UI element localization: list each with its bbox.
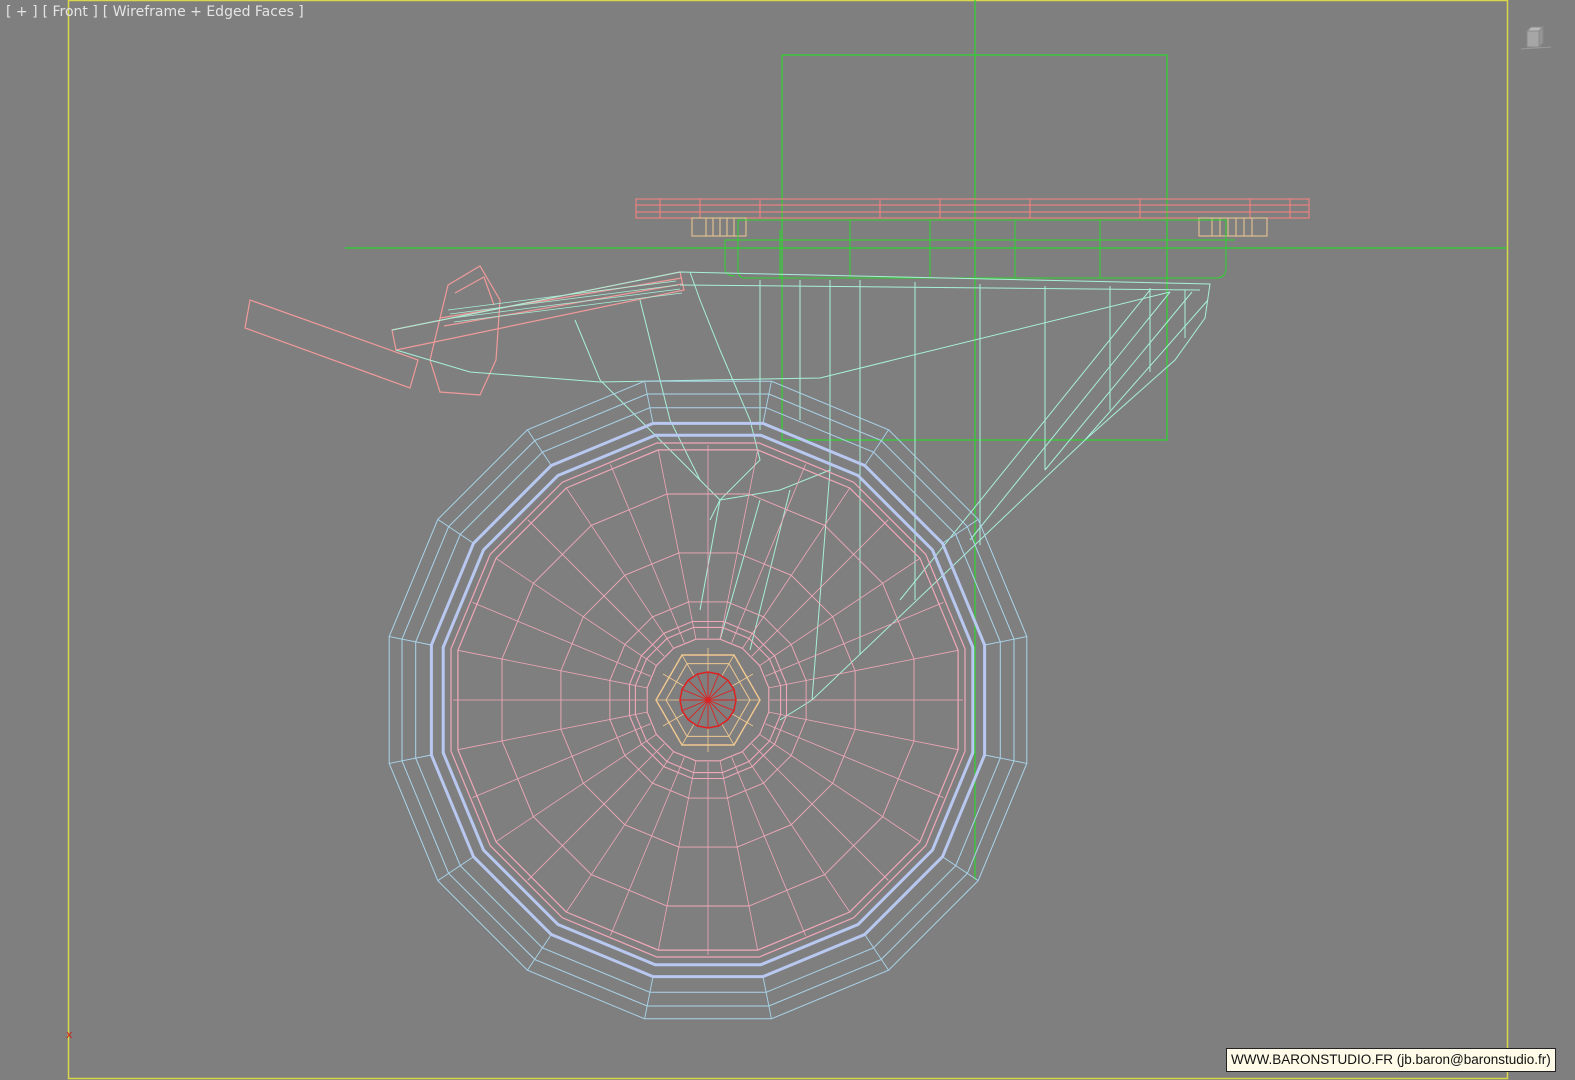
- hub-hex-edge: [721, 724, 735, 746]
- viewport-border: [67, 0, 1509, 1080]
- axle-spoke: [707, 699, 729, 721]
- tire-edge: [762, 976, 772, 1019]
- tire-edge: [644, 976, 654, 1019]
- rim-spoke: [565, 487, 674, 649]
- hub-hex-edge: [732, 673, 754, 687]
- tire-edge: [389, 636, 432, 646]
- caster-fork: [391, 271, 1211, 721]
- mount-bolts: [691, 217, 1268, 237]
- viewport-front[interactable]: [ + ] [ Front ] [ Wireframe + Edged Face…: [0, 0, 1575, 1080]
- rim-spoke: [457, 711, 648, 751]
- hub-hex-edge: [662, 673, 684, 687]
- axle-spoke: [687, 679, 709, 701]
- axis-indicator-x: x: [66, 1028, 73, 1041]
- rim-spoke: [731, 464, 806, 643]
- rim-spoke: [527, 519, 665, 657]
- caster-wheel: [388, 380, 1028, 1020]
- rim-spoke: [495, 557, 657, 666]
- rim-spoke: [657, 449, 697, 640]
- rim-spoke: [610, 757, 685, 936]
- rim-spoke: [472, 602, 651, 677]
- rim-spoke: [742, 751, 851, 913]
- brake-lever: [244, 265, 685, 396]
- nav-cube-icon[interactable]: [1521, 23, 1551, 53]
- rim-spoke: [565, 751, 674, 913]
- selection-gizmo: [345, 0, 1507, 880]
- rim-spoke: [719, 760, 759, 951]
- rim-spoke: [751, 743, 889, 881]
- watermark-label: WWW.BARONSTUDIO.FR (jb.baron@baronstudio…: [1226, 1048, 1556, 1072]
- hub-hex-edge: [681, 654, 695, 676]
- rim-spoke: [742, 487, 851, 649]
- viewport-view-name[interactable]: [ Front ]: [43, 4, 98, 20]
- swivel-housing: [724, 219, 1235, 279]
- viewport-menu-plus[interactable]: [ + ]: [6, 4, 38, 20]
- axle-spoke: [707, 679, 729, 701]
- mount-plate: [635, 198, 1310, 219]
- rim-spoke: [731, 757, 806, 936]
- rim-spoke: [765, 723, 944, 798]
- tire-edge: [644, 381, 654, 424]
- rim-spoke: [657, 760, 697, 951]
- hub-hex-edge: [732, 713, 754, 727]
- rim-spoke: [610, 464, 685, 643]
- brake-lever-hatching: [447, 280, 683, 323]
- hub-hex-edge: [681, 724, 695, 746]
- rim-spoke: [472, 723, 651, 798]
- rim-spoke: [759, 734, 921, 843]
- rim-spoke: [768, 649, 959, 689]
- rim-spoke: [768, 711, 959, 751]
- tire-edge: [984, 754, 1027, 764]
- rim-spoke: [495, 734, 657, 843]
- hub-hex-edge: [721, 654, 735, 676]
- rim-spoke: [765, 602, 944, 677]
- viewport-render-mode[interactable]: [ Wireframe + Edged Faces ]: [103, 4, 304, 20]
- axle-spoke: [687, 699, 709, 721]
- viewport-label[interactable]: [ + ] [ Front ] [ Wireframe + Edged Face…: [6, 4, 304, 20]
- rim-spoke: [751, 519, 889, 657]
- rim-spoke: [759, 557, 921, 666]
- rim-spoke: [527, 743, 665, 881]
- tire-edge: [762, 381, 772, 424]
- rim-spoke: [457, 649, 648, 689]
- hub-hex-edge: [662, 713, 684, 727]
- tire-edge: [389, 754, 432, 764]
- tire-edge: [984, 636, 1027, 646]
- wireframe-scene[interactable]: [0, 0, 1575, 1080]
- rim-spoke: [719, 449, 759, 640]
